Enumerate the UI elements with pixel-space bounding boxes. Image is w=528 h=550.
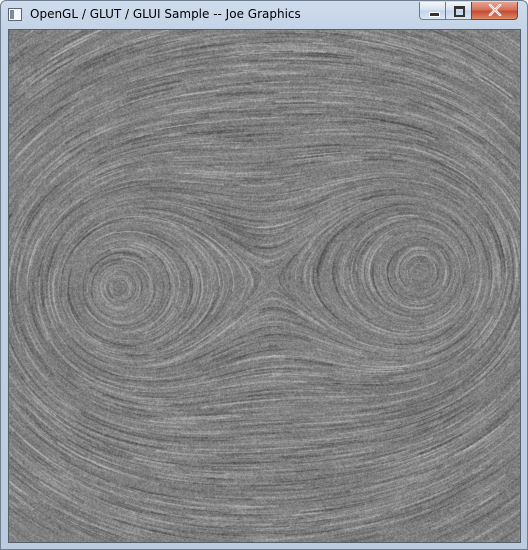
minimize-icon	[429, 12, 440, 17]
opengl-viewport[interactable]	[9, 30, 520, 542]
app-window: OpenGL / GLUT / GLUI Sample -- Joe Graph…	[0, 0, 528, 550]
title-bar[interactable]: OpenGL / GLUT / GLUI Sample -- Joe Graph…	[1, 1, 527, 29]
restore-icon	[454, 6, 465, 17]
application-window-icon[interactable]	[8, 8, 22, 21]
close-button[interactable]	[471, 2, 518, 20]
close-icon	[472, 2, 517, 19]
window-title: OpenGL / GLUT / GLUI Sample -- Joe Graph…	[30, 7, 301, 21]
minimize-button[interactable]	[419, 2, 446, 20]
maximize-button[interactable]	[445, 2, 472, 20]
opengl-canvas-frame	[8, 29, 521, 543]
